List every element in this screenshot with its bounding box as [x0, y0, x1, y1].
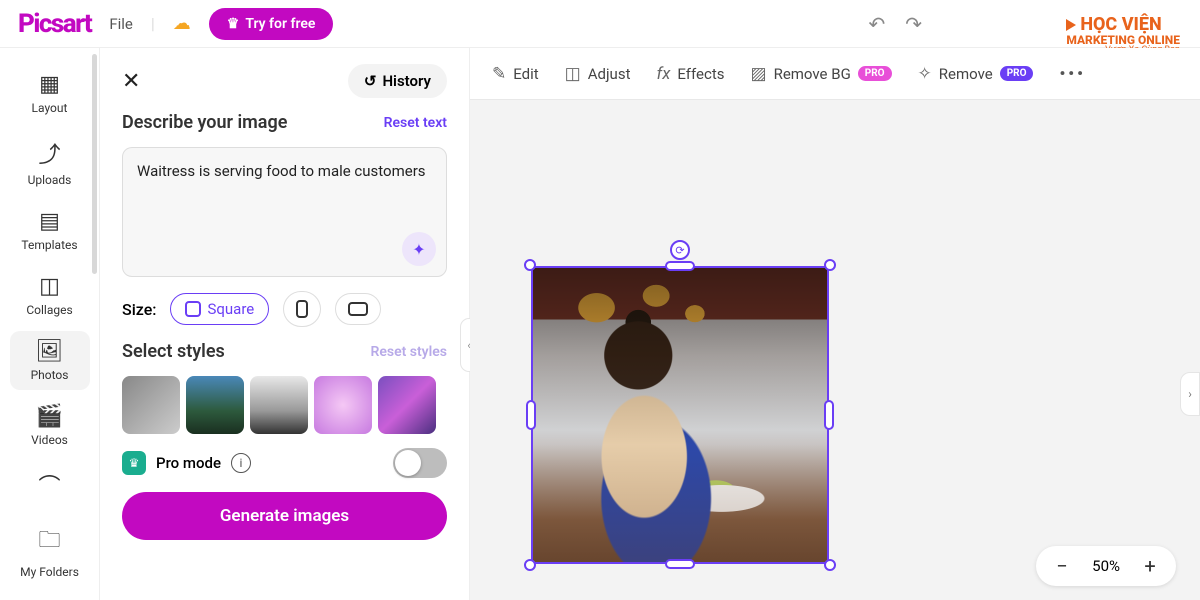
resize-handle-br[interactable] [824, 559, 836, 571]
prompt-value: Waitress is serving food to male custome… [137, 162, 432, 180]
rail-collages[interactable]: ◫Collages [10, 266, 90, 325]
resize-handle-right[interactable] [824, 400, 834, 430]
styles-heading: Select styles [122, 341, 225, 362]
info-icon[interactable]: i [231, 453, 251, 473]
reset-styles-link[interactable]: Reset styles [370, 344, 447, 360]
remove-button[interactable]: ✧RemovePRO [918, 64, 1034, 84]
photos-icon: 🖼 [36, 339, 64, 364]
divider: | [151, 14, 155, 33]
rail-myfolders[interactable]: 🗀My Folders [10, 515, 90, 587]
pro-pill: PRO [858, 66, 892, 81]
removebg-icon: ▨ [751, 64, 767, 84]
describe-heading: Describe your image [122, 112, 287, 133]
zoom-control: − 50% + [1036, 546, 1176, 586]
rail-videos[interactable]: 🎬Videos [10, 396, 90, 455]
rail-uploads[interactable]: ⤴Uploads [10, 129, 90, 195]
resize-handle-top[interactable] [665, 261, 695, 271]
adjust-icon: ◫ [565, 64, 581, 84]
folder-icon: 🗀 [38, 523, 60, 561]
more-menu[interactable]: ••• [1059, 64, 1086, 83]
enhance-prompt-button[interactable]: ✦ [402, 232, 436, 266]
effects-icon: fx [656, 64, 670, 84]
try-free-label: Try for free [245, 16, 315, 32]
resize-handle-tl[interactable] [524, 259, 536, 271]
left-rail: ▦Layout ⤴Uploads ▤Templates ◫Collages 🖼P… [0, 48, 100, 600]
rail-layout[interactable]: ▦Layout [10, 64, 90, 123]
rail-photos[interactable]: 🖼Photos [10, 331, 90, 390]
selection-outline [531, 266, 829, 564]
style-thumb-1[interactable] [122, 376, 180, 434]
zoom-value: 50% [1092, 557, 1120, 575]
size-label: Size: [122, 300, 156, 319]
size-landscape-chip[interactable] [335, 293, 381, 325]
portrait-icon [296, 300, 308, 318]
collages-icon: ◫ [39, 274, 60, 299]
effects-button[interactable]: fxEffects [656, 64, 724, 84]
history-button[interactable]: ↺History [348, 64, 447, 98]
top-bar: Picsart File | ☁ ♛ Try for free ↶ ↷ [0, 0, 1200, 48]
canvas-toolbar: ✎Edit ◫Adjust fxEffects ▨Remove BGPRO ✧R… [470, 48, 1200, 100]
selected-image[interactable]: ⟳ [531, 266, 829, 564]
rotate-handle[interactable]: ⟳ [670, 240, 690, 260]
style-thumb-4[interactable] [314, 376, 372, 434]
file-menu[interactable]: File [109, 15, 133, 33]
close-icon[interactable]: ✕ [122, 69, 140, 94]
more-icon: ⌒ [38, 469, 60, 501]
style-thumb-5[interactable] [378, 376, 436, 434]
style-thumb-3[interactable] [250, 376, 308, 434]
layout-icon: ▦ [39, 72, 60, 97]
remove-icon: ✧ [918, 64, 932, 84]
prompt-textarea[interactable]: Waitress is serving food to male custome… [122, 147, 447, 277]
pro-mode-label: Pro mode [156, 454, 221, 472]
play-icon [1066, 19, 1076, 31]
remove-bg-button[interactable]: ▨Remove BGPRO [751, 64, 892, 84]
upload-icon: ⤴ [38, 137, 60, 169]
rail-hidden[interactable]: ⌒ [10, 461, 90, 509]
right-panel-handle[interactable]: › [1180, 372, 1200, 416]
resize-handle-tr[interactable] [824, 259, 836, 271]
history-icon: ↺ [364, 72, 377, 90]
reset-text-link[interactable]: Reset text [384, 115, 447, 131]
pro-mode-toggle[interactable] [393, 448, 447, 478]
videos-icon: 🎬 [36, 404, 63, 429]
resize-handle-bottom[interactable] [665, 559, 695, 569]
rail-templates[interactable]: ▤Templates [10, 201, 90, 260]
square-icon [185, 301, 201, 317]
edit-icon: ✎ [492, 64, 506, 84]
templates-icon: ▤ [39, 209, 60, 234]
resize-handle-bl[interactable] [524, 559, 536, 571]
zoom-in-button[interactable]: + [1140, 554, 1160, 578]
landscape-icon [348, 302, 368, 316]
rail-scrollbar[interactable] [92, 54, 97, 274]
brand-logo: Picsart [18, 9, 91, 39]
adjust-button[interactable]: ◫Adjust [565, 64, 631, 84]
edit-button[interactable]: ✎Edit [492, 64, 539, 84]
size-square-chip[interactable]: Square [170, 293, 269, 325]
pro-badge-icon: ♛ [122, 451, 146, 475]
zoom-out-button[interactable]: − [1052, 554, 1072, 578]
sparkle-icon: ✦ [412, 240, 425, 259]
undo-icon[interactable]: ↶ [868, 12, 885, 36]
size-portrait-chip[interactable] [283, 291, 321, 327]
cloud-sync-icon[interactable]: ☁ [173, 13, 191, 34]
canvas-area[interactable]: ✎Edit ◫Adjust fxEffects ▨Remove BGPRO ✧R… [470, 48, 1200, 600]
try-for-free-button[interactable]: ♛ Try for free [209, 8, 334, 40]
style-thumb-2[interactable] [186, 376, 244, 434]
crown-icon: ♛ [227, 16, 240, 32]
resize-handle-left[interactable] [526, 400, 536, 430]
style-thumbnails [122, 376, 447, 434]
generate-button[interactable]: Generate images [122, 492, 447, 540]
pro-pill: PRO [1000, 66, 1034, 81]
side-panel: ✕ ↺History Describe your image Reset tex… [100, 48, 470, 600]
redo-icon[interactable]: ↷ [905, 12, 922, 36]
